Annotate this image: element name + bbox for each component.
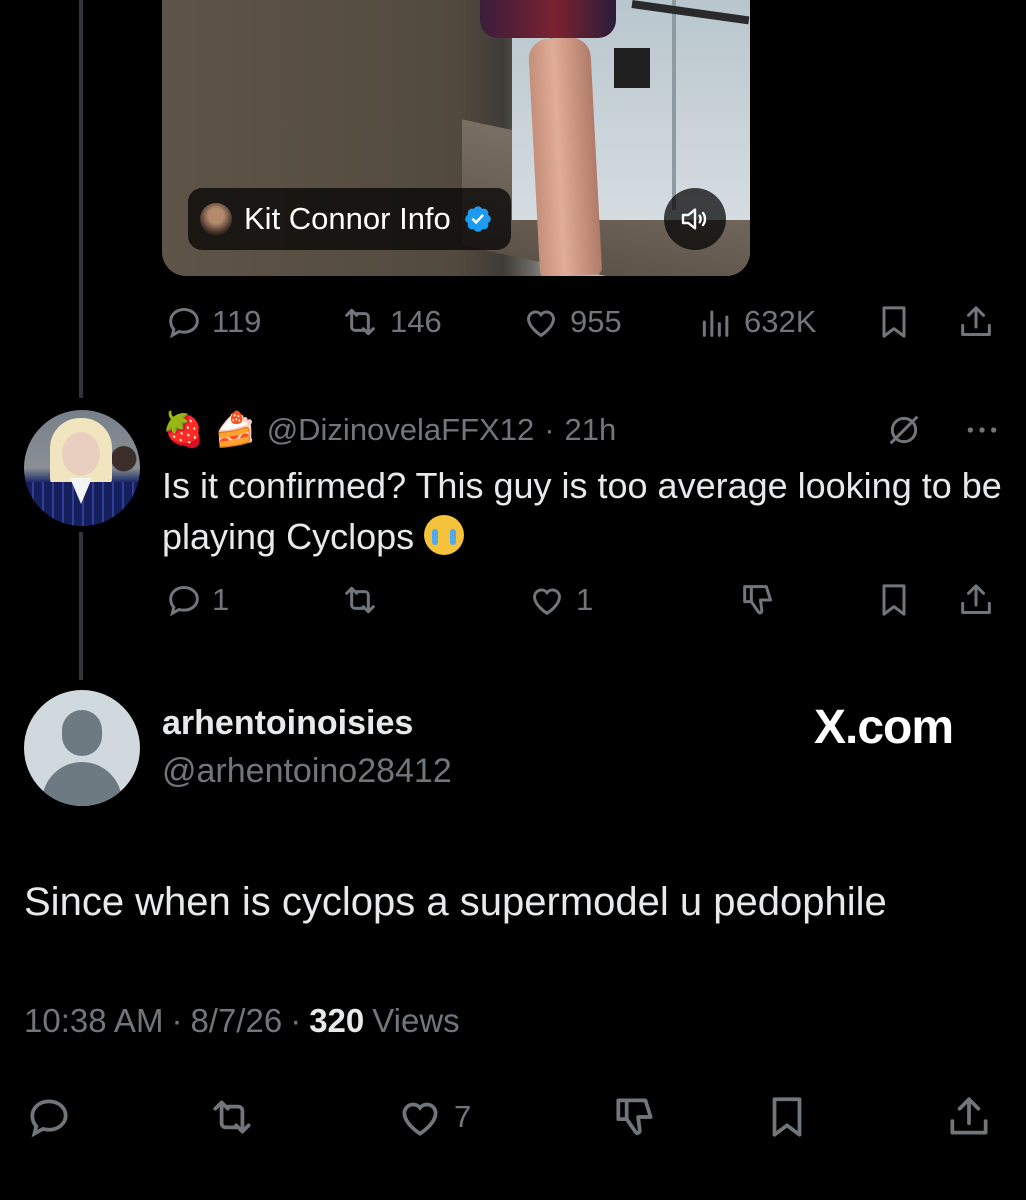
reply-time[interactable]: 21h (565, 412, 617, 448)
avatar-face (62, 432, 100, 476)
meta-separator: · (290, 1002, 302, 1039)
source-name: Kit Connor Info (244, 201, 451, 236)
tweet-meta: 10:38 AM · 8/7/26 · 320 Views (24, 1002, 460, 1040)
like-button[interactable]: 955 (520, 302, 622, 342)
main-repost-button[interactable] (204, 1092, 260, 1142)
crying-emoji (424, 515, 465, 555)
verified-badge-icon (464, 206, 491, 232)
video-leg (527, 36, 603, 276)
heart-icon (402, 1102, 438, 1136)
heart-icon (532, 588, 562, 616)
main-like-button[interactable]: 7 (394, 1092, 471, 1142)
views-button[interactable]: 632K (696, 302, 816, 342)
thread-line-top (79, 0, 83, 398)
reply-icon (169, 307, 199, 339)
x-com-logo: X.com (814, 701, 954, 754)
main-bookmark-button[interactable] (762, 1092, 812, 1142)
bookmark-icon (772, 1097, 802, 1137)
reply-share-button[interactable] (956, 580, 996, 620)
like-count: 955 (570, 304, 622, 339)
speaker-icon (681, 208, 707, 230)
downvote-icon (616, 1098, 653, 1135)
main-display-name[interactable]: arhentoinoisies (162, 704, 413, 743)
meta-separator: · (171, 1002, 183, 1039)
share-icon (961, 584, 991, 614)
strawberry-emoji: 🍓 (162, 410, 205, 450)
reply-text-content: Is it confirmed? This guy is too average… (162, 465, 1002, 557)
reply-icon (30, 1099, 68, 1138)
share-icon (961, 306, 991, 336)
reply-avatar[interactable] (24, 410, 140, 526)
bookmark-icon (882, 584, 906, 616)
repost-count: 146 (390, 304, 442, 339)
reply-button[interactable]: 119 (164, 302, 261, 342)
main-reply-button[interactable] (24, 1092, 74, 1142)
main-handle[interactable]: @arhentoino28412 (162, 752, 452, 791)
main-tweet-text: Since when is cyclops a supermodel u ped… (24, 880, 887, 924)
repost-icon (345, 586, 375, 614)
views-chart-icon (702, 310, 729, 337)
reply-reply-count: 1 (212, 582, 230, 617)
share-button[interactable] (956, 302, 996, 342)
video-window (614, 48, 650, 88)
tweet-date[interactable]: 8/7/26 (190, 1002, 282, 1040)
reply-repost-button[interactable] (338, 580, 382, 620)
more-options-icon[interactable] (960, 410, 1004, 450)
reply-text: Is it confirmed? This guy is too average… (162, 460, 1002, 562)
share-icon (950, 1097, 988, 1135)
views-count: 632K (744, 304, 817, 339)
sound-toggle-button[interactable] (664, 188, 726, 250)
default-avatar-body (42, 762, 122, 806)
repost-icon (213, 1100, 251, 1134)
reply-like-button[interactable]: 1 (526, 580, 593, 620)
reply-separator: · (544, 412, 555, 447)
video-shorts (480, 0, 616, 38)
video-media[interactable]: Kit Connor Info (162, 0, 750, 276)
tweet-views-count: 320 (309, 1002, 365, 1039)
repost-icon (345, 308, 375, 336)
reply-header-actions (884, 410, 1004, 450)
reply-handle[interactable]: @DizinovelaFFX12 (267, 412, 535, 448)
main-avatar[interactable] (24, 690, 140, 806)
reply-count: 119 (212, 304, 262, 339)
reply-bookmark-button[interactable] (874, 580, 914, 620)
main-like-count: 7 (454, 1099, 472, 1134)
reply-like-count: 1 (576, 582, 594, 617)
downvote-icon (743, 585, 772, 615)
reply-reply-button[interactable]: 1 (164, 580, 229, 620)
source-badge[interactable]: Kit Connor Info (188, 188, 511, 250)
reply-dislike-button[interactable] (738, 580, 778, 620)
grok-icon[interactable] (884, 410, 924, 450)
cake-emoji: 🍰 (214, 410, 257, 450)
bookmark-button[interactable] (874, 302, 914, 342)
reply-icon (169, 585, 199, 617)
tweet-views-label: Views (372, 1002, 460, 1039)
reply-header: 🍓 🍰 @DizinovelaFFX12 · 21h (162, 404, 616, 456)
repost-button[interactable]: 146 (338, 302, 442, 342)
video-wall-seam (672, 0, 676, 210)
thread-line-middle (79, 532, 83, 680)
main-share-button[interactable] (944, 1092, 994, 1142)
heart-icon (526, 310, 556, 338)
tweet-time[interactable]: 10:38 AM (24, 1002, 163, 1040)
source-avatar (200, 203, 232, 235)
main-dislike-button[interactable] (610, 1092, 660, 1142)
bookmark-icon (882, 306, 906, 338)
default-avatar-head (62, 710, 102, 756)
